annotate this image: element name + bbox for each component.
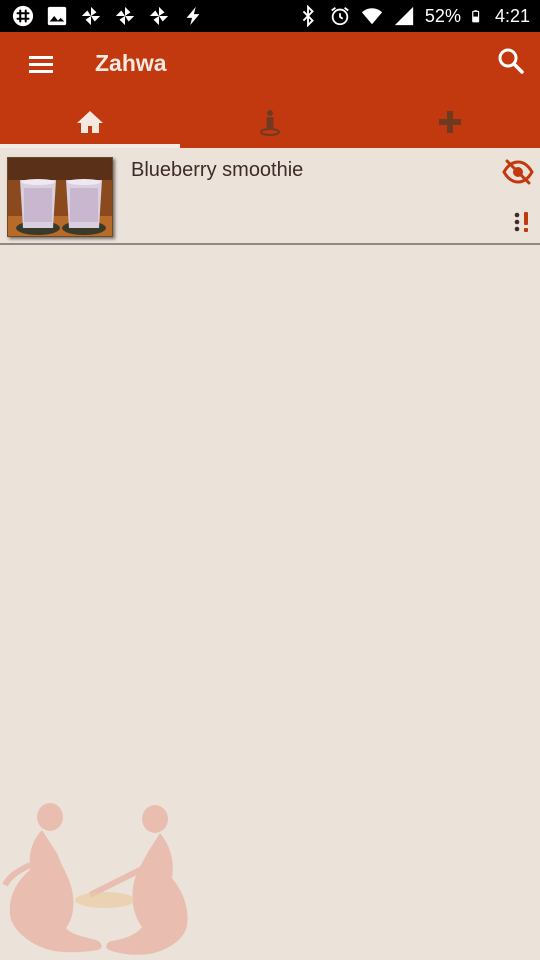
image-icon — [47, 6, 67, 26]
app-title: Zahwa — [95, 50, 167, 76]
more-alert-icon[interactable] — [512, 210, 532, 234]
plus-icon — [439, 111, 461, 133]
pinwheel-icon — [81, 6, 101, 26]
notification-icons — [12, 5, 204, 27]
tab-home[interactable] — [0, 96, 180, 148]
battery-icon — [472, 10, 480, 23]
slack-icon — [12, 5, 34, 27]
person-pin-icon — [260, 110, 280, 136]
recipe-list: Blueberry smoothie — [0, 148, 540, 245]
bluetooth-icon — [302, 5, 314, 27]
hamburger-menu-icon[interactable] — [26, 50, 58, 78]
system-icons: 52% 4:21 — [297, 5, 530, 27]
pinwheel-icon — [115, 6, 135, 26]
wifi-icon — [361, 8, 383, 25]
recipe-title: Blueberry smoothie — [131, 159, 304, 181]
home-icon — [77, 111, 103, 133]
search-icon[interactable] — [496, 46, 526, 76]
app-bar: Zahwa — [0, 32, 540, 96]
decorative-figures-watermark — [2, 803, 188, 955]
alarm-icon — [331, 7, 349, 26]
tab-bar — [0, 96, 540, 148]
battery-percent: 52% — [424, 5, 461, 26]
clock: 4:21 — [494, 5, 530, 26]
recipe-thumbnail — [7, 157, 113, 237]
tab-profile[interactable] — [180, 96, 360, 148]
status-bar: 52% 4:21 — [0, 0, 540, 32]
signal-icon — [394, 6, 414, 26]
pinwheel-icon — [149, 6, 169, 26]
list-item[interactable]: Blueberry smoothie — [0, 148, 540, 245]
tab-add[interactable] — [360, 96, 540, 148]
eye-off-icon[interactable] — [502, 158, 534, 186]
smoothie-photo — [8, 158, 112, 236]
bolt-icon — [186, 6, 200, 26]
